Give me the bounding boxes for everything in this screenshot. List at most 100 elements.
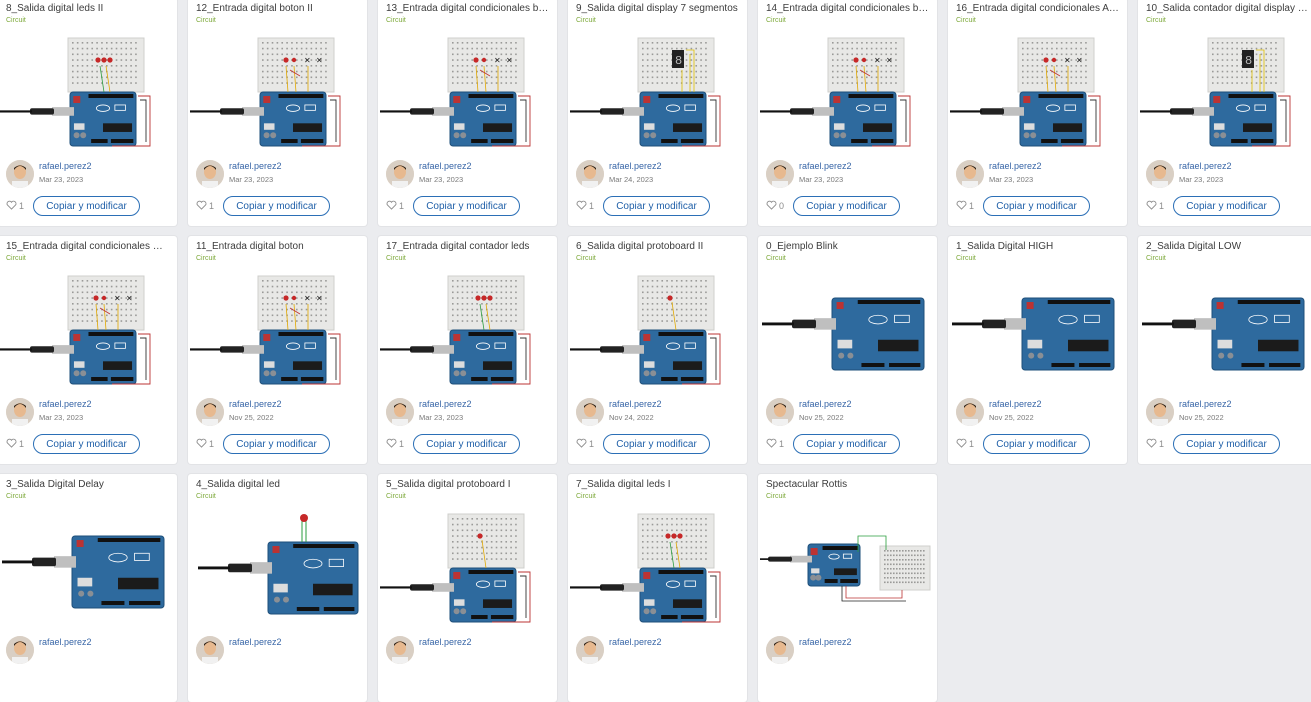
circuit-thumbnail[interactable] bbox=[570, 506, 745, 630]
like-control[interactable]: 1 bbox=[196, 438, 214, 450]
author-link[interactable]: rafael.perez2 bbox=[419, 399, 472, 409]
user-avatar[interactable] bbox=[6, 160, 34, 188]
copy-and-modify-button[interactable]: Copiar y modificar bbox=[413, 196, 520, 216]
card-title[interactable]: 6_Salida digital protoboard II bbox=[576, 241, 739, 252]
design-card[interactable]: 2_Salida Digital LOW Circuit rafael.pere… bbox=[1138, 236, 1311, 464]
like-control[interactable]: 1 bbox=[766, 438, 784, 450]
user-avatar[interactable] bbox=[1146, 160, 1174, 188]
card-title[interactable]: Spectacular Rottis bbox=[766, 479, 929, 490]
circuit-thumbnail[interactable]: ✕ ✕ bbox=[950, 30, 1125, 154]
like-control[interactable]: 1 bbox=[576, 438, 594, 450]
heart-icon[interactable] bbox=[766, 200, 777, 212]
circuit-thumbnail[interactable]: ✕ ✕ bbox=[190, 268, 365, 392]
design-card[interactable]: 9_Salida digital display 7 segmentos Cir… bbox=[568, 0, 747, 226]
author-link[interactable]: rafael.perez2 bbox=[419, 161, 472, 171]
user-avatar[interactable] bbox=[6, 636, 34, 664]
user-avatar[interactable] bbox=[386, 160, 414, 188]
design-card[interactable]: 14_Entrada digital condicionales bo… Cir… bbox=[758, 0, 937, 226]
user-avatar[interactable] bbox=[196, 160, 224, 188]
card-title[interactable]: 13_Entrada digital condicionales bo… bbox=[386, 3, 549, 14]
author-link[interactable]: rafael.perez2 bbox=[799, 161, 852, 171]
design-card[interactable]: 6_Salida digital protoboard II Circuit r… bbox=[568, 236, 747, 464]
user-avatar[interactable] bbox=[196, 636, 224, 664]
author-link[interactable]: rafael.perez2 bbox=[1179, 161, 1232, 171]
heart-icon[interactable] bbox=[386, 438, 397, 450]
circuit-thumbnail[interactable]: ✕ ✕ bbox=[380, 30, 555, 154]
author-link[interactable]: rafael.perez2 bbox=[799, 399, 852, 409]
copy-and-modify-button[interactable]: Copiar y modificar bbox=[1173, 434, 1280, 454]
circuit-thumbnail[interactable] bbox=[0, 506, 175, 630]
design-card[interactable]: 7_Salida digital leds I Circuit rafael.p… bbox=[568, 474, 747, 702]
design-card[interactable]: 13_Entrada digital condicionales bo… Cir… bbox=[378, 0, 557, 226]
author-link[interactable]: rafael.perez2 bbox=[1179, 399, 1232, 409]
design-card[interactable]: 17_Entrada digital contador leds Circuit… bbox=[378, 236, 557, 464]
heart-icon[interactable] bbox=[766, 438, 777, 450]
design-card[interactable]: 1_Salida Digital HIGH Circuit rafael.per… bbox=[948, 236, 1127, 464]
copy-and-modify-button[interactable]: Copiar y modificar bbox=[223, 434, 330, 454]
like-control[interactable]: 1 bbox=[956, 200, 974, 212]
design-card[interactable]: 8_Salida digital leds II Circuit rafael.… bbox=[0, 0, 177, 226]
copy-and-modify-button[interactable]: Copiar y modificar bbox=[223, 196, 330, 216]
design-card[interactable]: Spectacular Rottis Circuit rafael.perez2 bbox=[758, 474, 937, 702]
copy-and-modify-button[interactable]: Copiar y modificar bbox=[793, 434, 900, 454]
heart-icon[interactable] bbox=[386, 200, 397, 212]
circuit-thumbnail[interactable] bbox=[190, 506, 365, 630]
circuit-thumbnail[interactable]: ✕ ✕ bbox=[760, 30, 935, 154]
circuit-thumbnail[interactable] bbox=[380, 506, 555, 630]
user-avatar[interactable] bbox=[576, 398, 604, 426]
card-title[interactable]: 9_Salida digital display 7 segmentos bbox=[576, 3, 739, 14]
user-avatar[interactable] bbox=[576, 636, 604, 664]
user-avatar[interactable] bbox=[1146, 398, 1174, 426]
card-title[interactable]: 1_Salida Digital HIGH bbox=[956, 241, 1119, 252]
card-title[interactable]: 7_Salida digital leds I bbox=[576, 479, 739, 490]
copy-and-modify-button[interactable]: Copiar y modificar bbox=[33, 196, 140, 216]
copy-and-modify-button[interactable]: Copiar y modificar bbox=[603, 196, 710, 216]
heart-icon[interactable] bbox=[576, 200, 587, 212]
author-link[interactable]: rafael.perez2 bbox=[229, 399, 282, 409]
author-link[interactable]: rafael.perez2 bbox=[609, 399, 662, 409]
card-title[interactable]: 2_Salida Digital LOW bbox=[1146, 241, 1309, 252]
heart-icon[interactable] bbox=[956, 200, 967, 212]
heart-icon[interactable] bbox=[196, 438, 207, 450]
circuit-thumbnail[interactable] bbox=[760, 268, 935, 392]
like-control[interactable]: 1 bbox=[386, 438, 404, 450]
author-link[interactable]: rafael.perez2 bbox=[39, 399, 92, 409]
design-card[interactable]: 5_Salida digital protoboard I Circuit ra… bbox=[378, 474, 557, 702]
user-avatar[interactable] bbox=[766, 160, 794, 188]
circuit-thumbnail[interactable] bbox=[0, 30, 175, 154]
user-avatar[interactable] bbox=[956, 398, 984, 426]
design-card[interactable]: 16_Entrada digital condicionales A… Circ… bbox=[948, 0, 1127, 226]
card-title[interactable]: 16_Entrada digital condicionales A… bbox=[956, 3, 1119, 14]
author-link[interactable]: rafael.perez2 bbox=[989, 161, 1042, 171]
user-avatar[interactable] bbox=[576, 160, 604, 188]
card-title[interactable]: 4_Salida digital led bbox=[196, 479, 359, 490]
card-title[interactable]: 10_Salida contador digital display 7… bbox=[1146, 3, 1309, 14]
copy-and-modify-button[interactable]: Copiar y modificar bbox=[413, 434, 520, 454]
heart-icon[interactable] bbox=[6, 438, 17, 450]
design-card[interactable]: 4_Salida digital led Circuit rafael.pere… bbox=[188, 474, 367, 702]
like-control[interactable]: 1 bbox=[576, 200, 594, 212]
user-avatar[interactable] bbox=[386, 398, 414, 426]
card-title[interactable]: 17_Entrada digital contador leds bbox=[386, 241, 549, 252]
circuit-thumbnail[interactable] bbox=[570, 268, 745, 392]
author-link[interactable]: rafael.perez2 bbox=[609, 161, 662, 171]
like-control[interactable]: 1 bbox=[386, 200, 404, 212]
design-card[interactable]: 10_Salida contador digital display 7… Ci… bbox=[1138, 0, 1311, 226]
copy-and-modify-button[interactable]: Copiar y modificar bbox=[603, 434, 710, 454]
card-title[interactable]: 12_Entrada digital boton II bbox=[196, 3, 359, 14]
like-control[interactable]: 1 bbox=[1146, 200, 1164, 212]
design-card[interactable]: 3_Salida Digital Delay Circuit rafael.pe… bbox=[0, 474, 177, 702]
author-link[interactable]: rafael.perez2 bbox=[229, 161, 282, 171]
user-avatar[interactable] bbox=[956, 160, 984, 188]
heart-icon[interactable] bbox=[576, 438, 587, 450]
copy-and-modify-button[interactable]: Copiar y modificar bbox=[1173, 196, 1280, 216]
design-card[interactable]: 0_Ejemplo Blink Circuit rafael.perez2 No… bbox=[758, 236, 937, 464]
user-avatar[interactable] bbox=[196, 398, 224, 426]
heart-icon[interactable] bbox=[196, 200, 207, 212]
card-title[interactable]: 3_Salida Digital Delay bbox=[6, 479, 169, 490]
like-control[interactable]: 1 bbox=[1146, 438, 1164, 450]
like-control[interactable]: 1 bbox=[196, 200, 214, 212]
circuit-thumbnail[interactable]: 8 bbox=[570, 30, 745, 154]
heart-icon[interactable] bbox=[1146, 438, 1157, 450]
design-card[interactable]: 11_Entrada digital boton Circuit ✕ ✕ rafa… bbox=[188, 236, 367, 464]
